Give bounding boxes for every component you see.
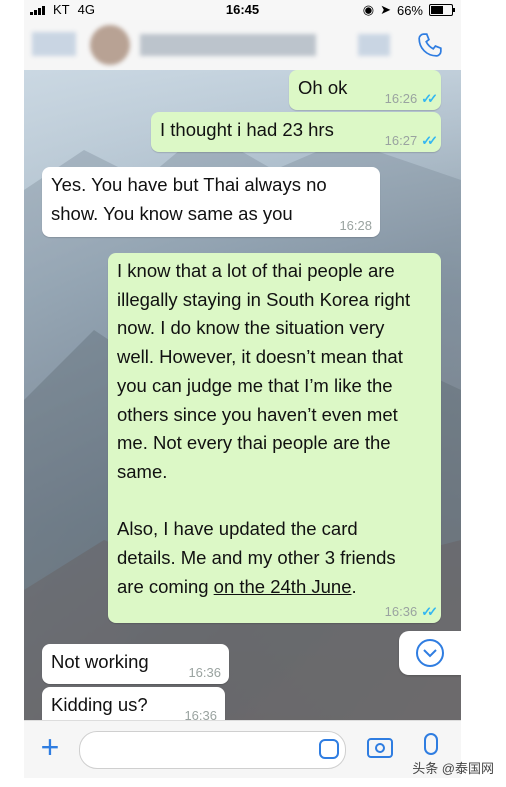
contact-avatar[interactable] (90, 25, 130, 65)
message-text: illegally staying in South Korea right (117, 288, 411, 310)
message-text: Yes. You have but Thai always no (51, 174, 327, 195)
message-text-blank (117, 487, 432, 516)
message-time: 16:27 (384, 133, 418, 148)
message-text-suffix: . (351, 575, 357, 597)
message-text: you can judge me that I’m like the (117, 374, 393, 396)
status-bar: KT 4G 16:45 ◉ ➤ 66% (24, 0, 461, 20)
location-icon: ➤ (380, 2, 391, 17)
message-text: me. Not every thai people are the (117, 432, 391, 454)
message-meta: 16:36 ✓✓ (384, 604, 438, 619)
orientation-lock-icon: ◉ (362, 2, 375, 17)
chevron-down-icon (416, 639, 444, 667)
message-time: 16:26 (384, 91, 418, 106)
microphone-icon[interactable] (424, 733, 438, 755)
plus-icon[interactable]: + (38, 731, 62, 763)
message-meta: 16:28 (339, 219, 372, 233)
message-text-prefix: are coming (117, 575, 214, 597)
message-time: 16:28 (339, 218, 372, 233)
contact-name-blurred[interactable] (140, 34, 316, 56)
message-bubble-incoming[interactable]: Not working 16:36 (42, 644, 229, 684)
message-text: show. You know same as you (51, 202, 293, 224)
message-bubble-outgoing[interactable]: I thought i had 23 hrs 16:27 ✓✓ (151, 112, 441, 152)
watermark-text: 头条 @泰国网 (412, 761, 494, 776)
compose-bar: + (24, 720, 461, 778)
battery-icon (429, 4, 455, 16)
message-text: Also, I have updated the card (117, 518, 358, 540)
date-link[interactable]: on the 24th June (214, 576, 352, 597)
phone-screen: KT 4G 16:45 ◉ ➤ 66% Oh ok 16:26 ✓✓ I tho… (24, 0, 461, 778)
read-ticks-icon: ✓✓ (421, 91, 438, 106)
read-ticks-icon: ✓✓ (421, 133, 438, 148)
message-text: now. I do know the situation very (117, 317, 385, 339)
chat-header[interactable] (24, 20, 461, 71)
message-bubble-incoming[interactable]: Kidding us? 16:36 (42, 687, 225, 720)
phone-icon[interactable] (417, 32, 443, 58)
message-time: 16:36 (184, 708, 217, 721)
message-input[interactable] (79, 731, 346, 769)
message-meta: 16:36 (188, 666, 221, 680)
message-text: are coming on the 24th June. (117, 573, 432, 602)
message-text: others since you haven’t even met (117, 403, 398, 425)
message-text: well. However, it doesn’t mean that (117, 346, 403, 368)
message-text: I know that a lot of thai people are (117, 260, 395, 281)
video-call-icon-blurred[interactable] (358, 34, 390, 56)
read-ticks-icon: ✓✓ (421, 604, 438, 619)
message-bubble-outgoing[interactable]: I know that a lot of thai people are ill… (108, 253, 441, 623)
message-time: 16:36 (384, 604, 418, 619)
message-meta: 16:26 ✓✓ (384, 91, 438, 106)
message-time: 16:36 (188, 665, 221, 680)
sticker-icon[interactable] (319, 739, 339, 759)
message-text: details. Me and my other 3 friends (117, 547, 396, 569)
chat-area[interactable]: Oh ok 16:26 ✓✓ I thought i had 23 hrs 16:… (24, 70, 461, 720)
back-button-blurred[interactable] (32, 32, 76, 56)
message-meta: 16:27 ✓✓ (384, 133, 438, 148)
scroll-to-bottom-button[interactable] (399, 631, 461, 675)
message-bubble-incoming[interactable]: Yes. You have but Thai always no show. Y… (42, 167, 380, 237)
message-bubble-outgoing[interactable]: Oh ok 16:26 ✓✓ (289, 70, 441, 110)
camera-icon[interactable] (367, 738, 393, 758)
message-text: same. (117, 460, 168, 482)
battery-percent: 66% (396, 2, 423, 18)
message-meta: 16:36 (184, 708, 217, 721)
